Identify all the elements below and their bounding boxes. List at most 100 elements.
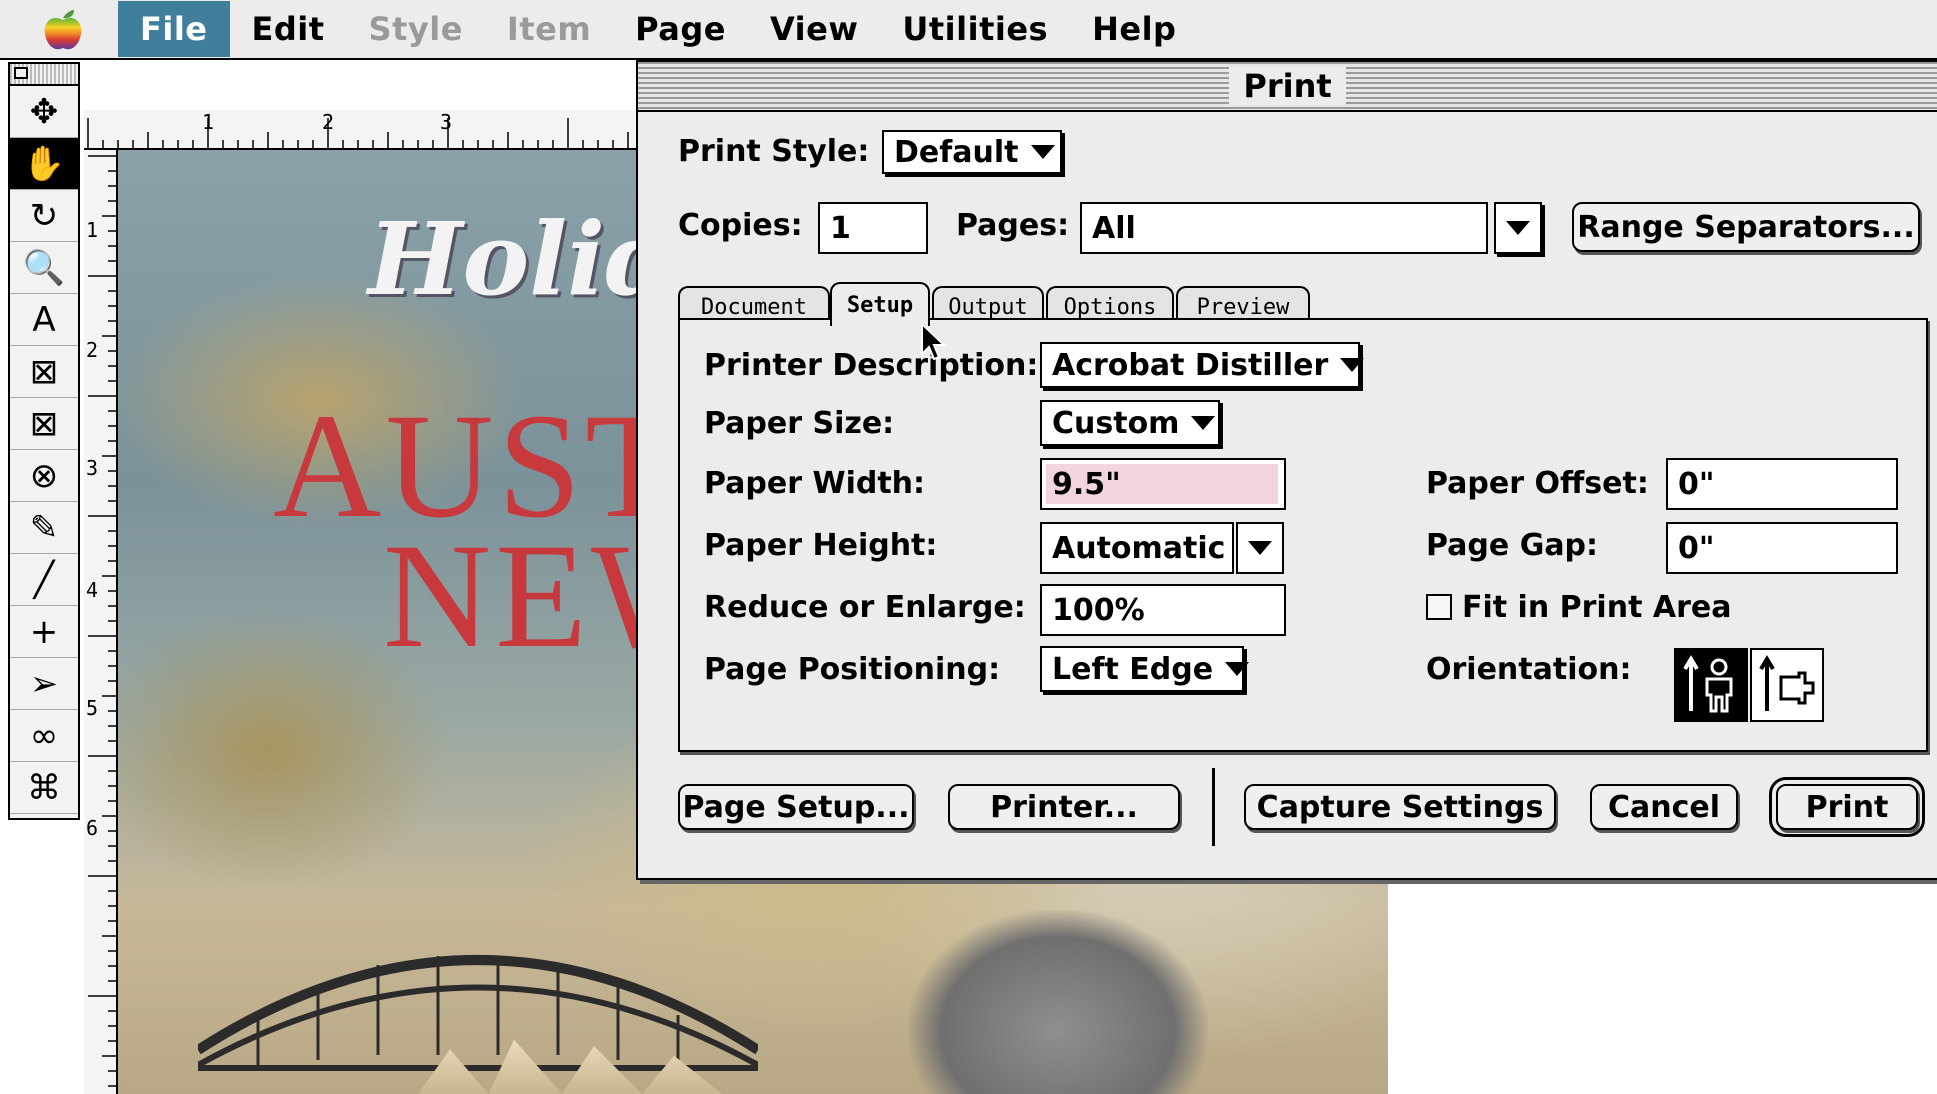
move-icon: ✥ xyxy=(29,91,59,132)
orthogonal-line-tool[interactable]: + xyxy=(10,606,78,658)
arrow-cursor-icon xyxy=(921,322,947,361)
page-setup-button[interactable]: Page Setup... xyxy=(678,784,914,830)
orthogonal-line-icon: + xyxy=(29,611,59,652)
tab-setup[interactable]: Setup xyxy=(830,282,930,326)
chevron-down-icon xyxy=(1030,145,1055,159)
print-style-popup[interactable]: Default xyxy=(882,130,1062,174)
page-positioning-value: Left Edge xyxy=(1052,651,1214,687)
bezier-picture-box-tool[interactable]: ✎ xyxy=(10,502,78,554)
ruler-number: 6 xyxy=(86,816,99,840)
paper-height-popup-button[interactable] xyxy=(1236,522,1284,574)
reduce-enlarge-field[interactable]: 100% xyxy=(1040,584,1286,636)
portrait-orientation-button[interactable] xyxy=(1674,648,1748,722)
menu-bar: File Edit Style Item Page View Utilities… xyxy=(0,0,1937,60)
ruler-number: 1 xyxy=(86,218,99,242)
printer-description-value: Acrobat Distiller xyxy=(1052,347,1329,383)
cancel-button[interactable]: Cancel xyxy=(1590,784,1738,830)
bezier-picture-box-icon: ✎ xyxy=(29,507,59,548)
tool-palette: ✥ ✋ ↻ 🔍 A ⊠ ⊠ ⊗ ✎ ╱ + ➢ ∞ ⌘ xyxy=(8,62,80,820)
ruler-number: 3 xyxy=(86,456,99,480)
line-tool[interactable]: ╱ xyxy=(10,554,78,606)
grabber-hand-icon: ✋ xyxy=(22,143,66,184)
print-style-label: Print Style: xyxy=(678,134,870,169)
vertical-ruler[interactable]: 1 2 3 4 5 6 xyxy=(84,150,118,1094)
page-positioning-popup[interactable]: Left Edge xyxy=(1040,646,1250,692)
rotate-tool[interactable]: ↻ xyxy=(10,190,78,242)
print-style-value: Default xyxy=(894,134,1019,170)
apple-menu-icon[interactable] xyxy=(38,4,88,54)
pages-popup-button[interactable] xyxy=(1494,202,1542,254)
link-tool[interactable]: ∞ xyxy=(10,710,78,762)
picture-box-tool[interactable]: ⊠ xyxy=(10,346,78,398)
chevron-down-icon xyxy=(1225,662,1250,676)
ruler-number: 3 xyxy=(440,110,453,134)
horizontal-ruler[interactable]: 1 2 3 xyxy=(84,110,644,150)
unlink-icon: ⌘ xyxy=(27,767,61,808)
menu-item[interactable]: Item xyxy=(485,1,613,57)
text-path-tool[interactable]: ➢ xyxy=(10,658,78,710)
paper-width-label: Paper Width: xyxy=(704,466,926,501)
link-icon: ∞ xyxy=(29,715,59,756)
menu-help[interactable]: Help xyxy=(1070,1,1198,57)
grabber-hand-tool[interactable]: ✋ xyxy=(10,138,78,190)
menu-edit[interactable]: Edit xyxy=(230,1,347,57)
printer-button[interactable]: Printer... xyxy=(948,784,1180,830)
menu-style[interactable]: Style xyxy=(347,1,485,57)
menu-page[interactable]: Page xyxy=(613,1,748,57)
paper-height-label: Paper Height: xyxy=(704,528,938,563)
menu-file[interactable]: File xyxy=(118,1,230,57)
print-button[interactable]: Print xyxy=(1769,777,1925,837)
move-tool[interactable]: ✥ xyxy=(10,86,78,138)
menu-view[interactable]: View xyxy=(748,1,880,57)
portrait-figure-icon xyxy=(1683,655,1733,713)
koala-illustration xyxy=(908,910,1208,1094)
rounded-picture-box-tool[interactable]: ⊠ xyxy=(10,398,78,450)
menu-utilities[interactable]: Utilities xyxy=(880,1,1070,57)
paper-offset-field[interactable]: 0" xyxy=(1666,458,1898,510)
ruler-number: 5 xyxy=(86,696,99,720)
landscape-orientation-button[interactable] xyxy=(1750,648,1824,722)
chevron-down-icon xyxy=(1506,221,1530,235)
copies-label: Copies: xyxy=(678,208,803,243)
paper-offset-label: Paper Offset: xyxy=(1426,466,1649,501)
print-dialog: Print Print Style: Default Copies: 1 Pag… xyxy=(636,60,1937,880)
paper-height-field[interactable]: Automatic xyxy=(1040,522,1234,574)
picture-box-icon: ⊠ xyxy=(29,351,59,392)
printer-description-label: Printer Description: xyxy=(704,348,1039,383)
text-box-tool[interactable]: A xyxy=(10,294,78,346)
chevron-down-icon xyxy=(1248,541,1272,555)
rounded-picture-box-icon: ⊠ xyxy=(29,403,59,444)
paper-size-popup[interactable]: Custom xyxy=(1040,400,1220,446)
pages-label: Pages: xyxy=(956,208,1070,243)
fit-in-print-area-label[interactable]: Fit in Print Area xyxy=(1462,590,1731,625)
dialog-titlebar[interactable]: Print xyxy=(638,62,1937,112)
ruler-number: 2 xyxy=(322,110,335,134)
fit-in-print-area-checkbox[interactable] xyxy=(1426,594,1452,620)
range-separators-button[interactable]: Range Separators... xyxy=(1572,202,1920,252)
zoom-tool[interactable]: 🔍 xyxy=(10,242,78,294)
page-positioning-label: Page Positioning: xyxy=(704,652,1001,687)
chevron-down-icon xyxy=(1340,358,1365,372)
landscape-figure-icon xyxy=(1759,655,1815,711)
unlink-tool[interactable]: ⌘ xyxy=(10,762,78,814)
ruler-number: 4 xyxy=(86,578,99,602)
zoom-icon: 🔍 xyxy=(22,247,66,288)
oval-picture-box-tool[interactable]: ⊗ xyxy=(10,450,78,502)
capture-settings-button[interactable]: Capture Settings xyxy=(1244,784,1556,830)
page-gap-field[interactable]: 0" xyxy=(1666,522,1898,574)
reduce-enlarge-label: Reduce or Enlarge: xyxy=(704,590,1026,625)
orientation-label: Orientation: xyxy=(1426,652,1632,687)
paper-width-value: 9.5" xyxy=(1046,464,1278,504)
oval-picture-box-icon: ⊗ xyxy=(29,455,59,496)
pages-field[interactable]: All xyxy=(1080,202,1488,254)
rotate-icon: ↻ xyxy=(29,195,59,236)
dialog-title: Print xyxy=(1229,67,1346,105)
setup-tab-panel: Printer Description: Acrobat Distiller P… xyxy=(678,318,1928,752)
printer-description-popup[interactable]: Acrobat Distiller xyxy=(1040,342,1365,388)
paper-width-field[interactable]: 9.5" xyxy=(1040,458,1286,510)
paper-size-value: Custom xyxy=(1052,405,1180,441)
close-box-icon[interactable] xyxy=(14,67,28,79)
line-icon: ╱ xyxy=(33,559,55,600)
tool-palette-titlebar[interactable] xyxy=(10,64,78,86)
copies-field[interactable]: 1 xyxy=(818,202,928,254)
